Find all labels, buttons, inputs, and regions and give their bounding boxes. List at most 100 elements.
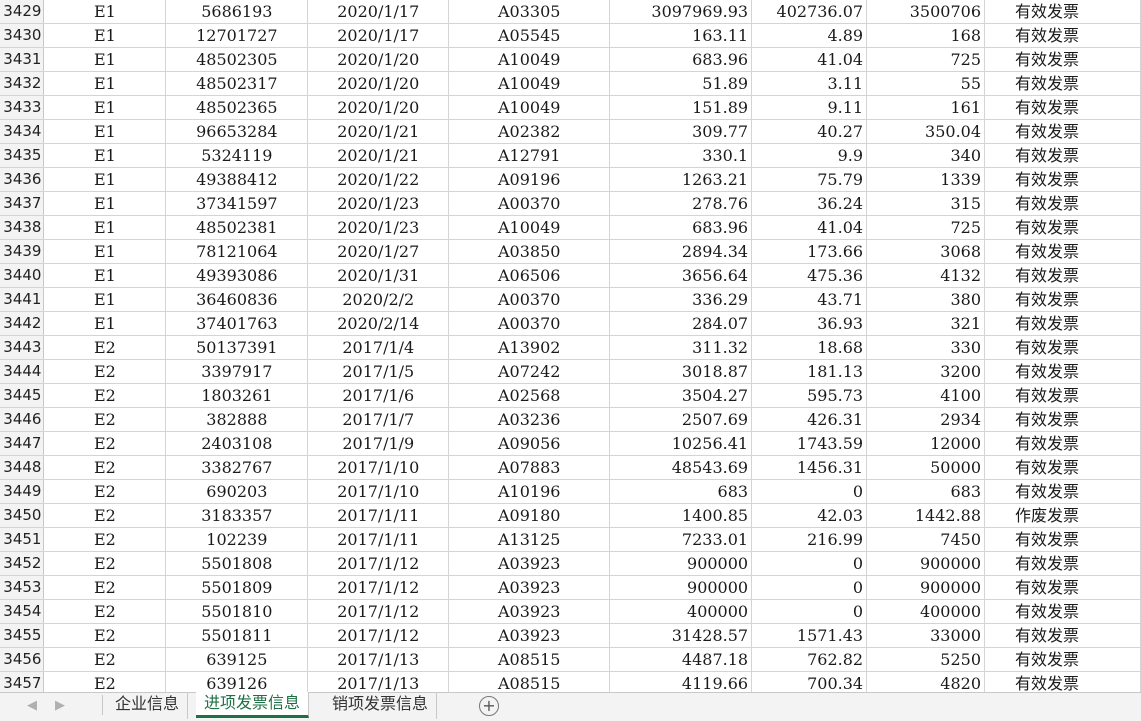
invoice-status-cell[interactable]: 作废发票 — [984, 503, 1141, 528]
date-cell[interactable]: 2020/1/20 — [307, 47, 450, 72]
amount-cell[interactable]: 683 — [609, 479, 753, 504]
invoice-status-cell[interactable]: 有效发票 — [984, 551, 1141, 576]
company-code-cell[interactable]: E1 — [43, 191, 167, 216]
total-cell[interactable]: 683 — [866, 479, 986, 504]
amount-cell[interactable]: 330.1 — [609, 143, 753, 168]
amount-cell[interactable]: 4119.66 — [609, 671, 753, 692]
date-cell[interactable]: 2017/1/12 — [307, 599, 450, 624]
total-cell[interactable]: 2934 — [866, 407, 986, 432]
row-header[interactable]: 3432 — [0, 71, 45, 96]
company-code-cell[interactable]: E1 — [43, 239, 167, 264]
invoice-status-cell[interactable]: 有效发票 — [984, 287, 1141, 312]
invoice-number-cell[interactable]: 3183357 — [165, 503, 309, 528]
tax-cell[interactable]: 173.66 — [751, 239, 868, 264]
amount-cell[interactable]: 163.11 — [609, 23, 753, 48]
total-cell[interactable]: 12000 — [866, 431, 986, 456]
amount-cell[interactable]: 2894.34 — [609, 239, 753, 264]
invoice-status-cell[interactable]: 有效发票 — [984, 119, 1141, 144]
amount-cell[interactable]: 3656.64 — [609, 263, 753, 288]
date-cell[interactable]: 2020/1/17 — [307, 0, 450, 24]
company-code-cell[interactable]: E1 — [43, 287, 167, 312]
date-cell[interactable]: 2020/2/14 — [307, 311, 450, 336]
invoice-number-cell[interactable]: 48502305 — [165, 47, 309, 72]
invoice-number-cell[interactable]: 639126 — [165, 671, 309, 692]
amount-cell[interactable]: 400000 — [609, 599, 753, 624]
total-cell[interactable]: 161 — [866, 95, 986, 120]
invoice-number-cell[interactable]: 49388412 — [165, 167, 309, 192]
company-code-cell[interactable]: E2 — [43, 431, 167, 456]
partner-code-cell[interactable]: A10049 — [448, 215, 611, 240]
company-code-cell[interactable]: E2 — [43, 551, 167, 576]
row-header[interactable]: 3453 — [0, 575, 45, 600]
tax-cell[interactable]: 40.27 — [751, 119, 868, 144]
tax-cell[interactable]: 0 — [751, 599, 868, 624]
invoice-status-cell[interactable]: 有效发票 — [984, 671, 1141, 692]
total-cell[interactable]: 315 — [866, 191, 986, 216]
row-header[interactable]: 3436 — [0, 167, 45, 192]
company-code-cell[interactable]: E1 — [43, 47, 167, 72]
invoice-status-cell[interactable]: 有效发票 — [984, 359, 1141, 384]
invoice-status-cell[interactable]: 有效发票 — [984, 191, 1141, 216]
tax-cell[interactable]: 1571.43 — [751, 623, 868, 648]
tax-cell[interactable]: 762.82 — [751, 647, 868, 672]
total-cell[interactable]: 3068 — [866, 239, 986, 264]
tax-cell[interactable]: 475.36 — [751, 263, 868, 288]
invoice-number-cell[interactable]: 12701727 — [165, 23, 309, 48]
partner-code-cell[interactable]: A03923 — [448, 599, 611, 624]
date-cell[interactable]: 2017/1/11 — [307, 527, 450, 552]
invoice-status-cell[interactable]: 有效发票 — [984, 575, 1141, 600]
invoice-status-cell[interactable]: 有效发票 — [984, 47, 1141, 72]
amount-cell[interactable]: 284.07 — [609, 311, 753, 336]
amount-cell[interactable]: 3504.27 — [609, 383, 753, 408]
scroll-next-sheet-icon[interactable]: ▶ — [55, 698, 65, 713]
date-cell[interactable]: 2017/1/9 — [307, 431, 450, 456]
invoice-number-cell[interactable]: 48502365 — [165, 95, 309, 120]
row-header[interactable]: 3456 — [0, 647, 45, 672]
date-cell[interactable]: 2020/1/31 — [307, 263, 450, 288]
invoice-number-cell[interactable]: 5501809 — [165, 575, 309, 600]
tab-sales-invoices[interactable]: 销项发票信息 — [324, 693, 438, 719]
invoice-number-cell[interactable]: 5324119 — [165, 143, 309, 168]
partner-code-cell[interactable]: A05545 — [448, 23, 611, 48]
invoice-status-cell[interactable]: 有效发票 — [984, 647, 1141, 672]
date-cell[interactable]: 2020/1/22 — [307, 167, 450, 192]
row-header[interactable]: 3429 — [0, 0, 45, 24]
total-cell[interactable]: 3500706 — [866, 0, 986, 24]
row-header[interactable]: 3452 — [0, 551, 45, 576]
invoice-status-cell[interactable]: 有效发票 — [984, 263, 1141, 288]
invoice-status-cell[interactable]: 有效发票 — [984, 0, 1141, 24]
amount-cell[interactable]: 683.96 — [609, 47, 753, 72]
invoice-number-cell[interactable]: 5501808 — [165, 551, 309, 576]
invoice-number-cell[interactable]: 5686193 — [165, 0, 309, 24]
row-header[interactable]: 3446 — [0, 407, 45, 432]
total-cell[interactable]: 900000 — [866, 575, 986, 600]
total-cell[interactable]: 5250 — [866, 647, 986, 672]
row-header[interactable]: 3430 — [0, 23, 45, 48]
invoice-number-cell[interactable]: 96653284 — [165, 119, 309, 144]
row-header[interactable]: 3439 — [0, 239, 45, 264]
total-cell[interactable]: 168 — [866, 23, 986, 48]
partner-code-cell[interactable]: A12791 — [448, 143, 611, 168]
company-code-cell[interactable]: E2 — [43, 575, 167, 600]
tax-cell[interactable]: 18.68 — [751, 335, 868, 360]
total-cell[interactable]: 725 — [866, 47, 986, 72]
row-header[interactable]: 3448 — [0, 455, 45, 480]
date-cell[interactable]: 2017/1/12 — [307, 623, 450, 648]
partner-code-cell[interactable]: A07242 — [448, 359, 611, 384]
company-code-cell[interactable]: E2 — [43, 383, 167, 408]
invoice-number-cell[interactable]: 102239 — [165, 527, 309, 552]
invoice-number-cell[interactable]: 382888 — [165, 407, 309, 432]
row-header[interactable]: 3445 — [0, 383, 45, 408]
invoice-number-cell[interactable]: 690203 — [165, 479, 309, 504]
date-cell[interactable]: 2020/1/20 — [307, 95, 450, 120]
row-header[interactable]: 3440 — [0, 263, 45, 288]
add-sheet-icon[interactable]: + — [479, 696, 499, 716]
date-cell[interactable]: 2017/1/13 — [307, 647, 450, 672]
row-header[interactable]: 3431 — [0, 47, 45, 72]
partner-code-cell[interactable]: A09056 — [448, 431, 611, 456]
total-cell[interactable]: 4820 — [866, 671, 986, 692]
invoice-status-cell[interactable]: 有效发票 — [984, 479, 1141, 504]
company-code-cell[interactable]: E2 — [43, 527, 167, 552]
partner-code-cell[interactable]: A03236 — [448, 407, 611, 432]
company-code-cell[interactable]: E2 — [43, 671, 167, 692]
